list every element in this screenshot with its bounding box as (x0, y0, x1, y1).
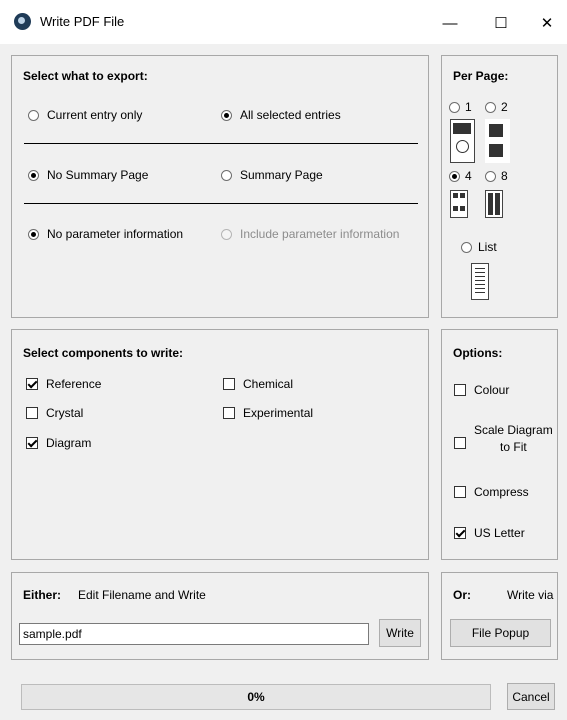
footer-panel: 0% Cancel (11, 672, 558, 716)
current-entry-radio-circle[interactable] (28, 109, 39, 121)
reference-label: Reference (46, 377, 102, 391)
us-letter-checkbox-box[interactable] (454, 527, 466, 539)
per-page-1-label: 1 (465, 100, 472, 114)
per-page-title: Per Page: (453, 69, 509, 83)
per-page-list-radio[interactable]: List (461, 240, 497, 254)
crystal-checkbox-box[interactable] (26, 407, 38, 419)
or-label: Or: (453, 588, 471, 602)
cancel-button[interactable]: Cancel (507, 683, 555, 710)
include-param-label: Include parameter information (240, 227, 400, 241)
chemical-label: Chemical (243, 377, 294, 391)
per-page-4-label: 4 (465, 169, 472, 183)
export-panel: Select what to export: Current entry onl… (11, 55, 429, 318)
chemical-checkbox-box[interactable] (223, 378, 235, 390)
scale-diagram-label: Scale Diagram to Fit (474, 422, 553, 456)
window-title: Write PDF File (40, 14, 125, 29)
colour-checkbox-box[interactable] (454, 384, 466, 396)
crystal-label: Crystal (46, 406, 84, 420)
app-icon (14, 13, 31, 30)
per-page-2-radio-circle[interactable] (485, 101, 496, 113)
options-title: Options: (453, 346, 503, 360)
close-icon[interactable]: ✕ (524, 6, 567, 40)
per-page-8-label: 8 (501, 169, 508, 183)
compress-label: Compress (474, 485, 529, 499)
summary-label: Summary Page (240, 168, 323, 182)
summary-radio-circle[interactable] (221, 169, 232, 181)
per-page-4-radio-circle[interactable] (449, 170, 460, 182)
compress-checkbox[interactable]: Compress (454, 485, 529, 499)
include-param-radio: Include parameter information (221, 227, 399, 241)
export-divider-2 (24, 203, 418, 204)
colour-checkbox[interactable]: Colour (454, 383, 509, 397)
progress-text: 0% (247, 690, 265, 704)
scale-diagram-label-line1: Scale Diagram (474, 423, 553, 437)
per-page-list-label: List (478, 240, 497, 254)
components-title: Select components to write: (23, 346, 184, 360)
reference-checkbox[interactable]: Reference (26, 377, 101, 391)
no-summary-label: No Summary Page (47, 168, 149, 182)
either-panel: Either: Edit Filename and Write sample.p… (11, 572, 429, 660)
four-per-page-thumbnail (450, 190, 468, 218)
no-summary-radio[interactable]: No Summary Page (28, 168, 148, 182)
scale-diagram-checkbox-box[interactable] (454, 437, 466, 449)
filename-input[interactable]: sample.pdf (19, 623, 369, 645)
either-label: Either: (23, 588, 62, 602)
no-param-radio-circle[interactable] (28, 228, 39, 240)
colour-label: Colour (474, 383, 510, 397)
export-divider-1 (24, 143, 418, 144)
diagram-checkbox-box[interactable] (26, 437, 38, 449)
no-summary-radio-circle[interactable] (28, 169, 39, 181)
two-per-page-thumbnail (485, 119, 510, 163)
per-page-4-radio[interactable]: 4 (449, 169, 472, 183)
current-entry-label: Current entry only (47, 108, 143, 122)
reference-checkbox-box[interactable] (26, 378, 38, 390)
per-page-8-radio[interactable]: 8 (485, 169, 508, 183)
options-panel: Options: Colour Scale Diagram to Fit Com… (441, 329, 558, 560)
experimental-checkbox[interactable]: Experimental (223, 406, 313, 420)
either-text: Edit Filename and Write (78, 588, 206, 602)
components-panel: Select components to write: Reference Ch… (11, 329, 429, 560)
all-selected-radio-circle[interactable] (221, 109, 232, 121)
maximize-icon[interactable]: ☐ (478, 6, 524, 40)
per-page-2-label: 2 (501, 100, 508, 114)
or-text: Write via (507, 588, 554, 602)
experimental-label: Experimental (243, 406, 314, 420)
summary-radio[interactable]: Summary Page (221, 168, 323, 182)
title-bar: Write PDF File — ☐ ✕ (0, 0, 567, 44)
progress-bar: 0% (21, 684, 491, 710)
per-page-8-radio-circle[interactable] (485, 170, 496, 182)
us-letter-checkbox[interactable]: US Letter (454, 526, 525, 540)
diagram-label: Diagram (46, 436, 92, 450)
per-page-2-radio[interactable]: 2 (485, 100, 508, 114)
scale-diagram-label-line2: to Fit (500, 440, 527, 454)
per-page-list-radio-circle[interactable] (461, 241, 472, 253)
one-per-page-thumbnail (450, 119, 475, 163)
include-param-radio-circle (221, 228, 232, 240)
export-panel-title: Select what to export: (23, 69, 148, 83)
all-selected-label: All selected entries (240, 108, 341, 122)
list-thumbnail (471, 263, 489, 300)
per-page-panel: Per Page: 1 2 4 8 List (441, 55, 558, 318)
minimize-icon[interactable]: — (427, 6, 473, 40)
scale-diagram-checkbox[interactable]: Scale Diagram to Fit (454, 422, 553, 456)
no-param-label: No parameter information (47, 227, 184, 241)
current-entry-radio[interactable]: Current entry only (28, 108, 142, 122)
experimental-checkbox-box[interactable] (223, 407, 235, 419)
all-selected-radio[interactable]: All selected entries (221, 108, 341, 122)
per-page-1-radio-circle[interactable] (449, 101, 460, 113)
file-popup-button[interactable]: File Popup (450, 619, 551, 647)
us-letter-label: US Letter (474, 526, 525, 540)
compress-checkbox-box[interactable] (454, 486, 466, 498)
eight-per-page-thumbnail (485, 190, 503, 218)
chemical-checkbox[interactable]: Chemical (223, 377, 293, 391)
or-panel: Or: Write via File Popup (441, 572, 558, 660)
diagram-checkbox[interactable]: Diagram (26, 436, 91, 450)
write-button[interactable]: Write (379, 619, 421, 647)
no-param-radio[interactable]: No parameter information (28, 227, 183, 241)
crystal-checkbox[interactable]: Crystal (26, 406, 83, 420)
per-page-1-radio[interactable]: 1 (449, 100, 472, 114)
